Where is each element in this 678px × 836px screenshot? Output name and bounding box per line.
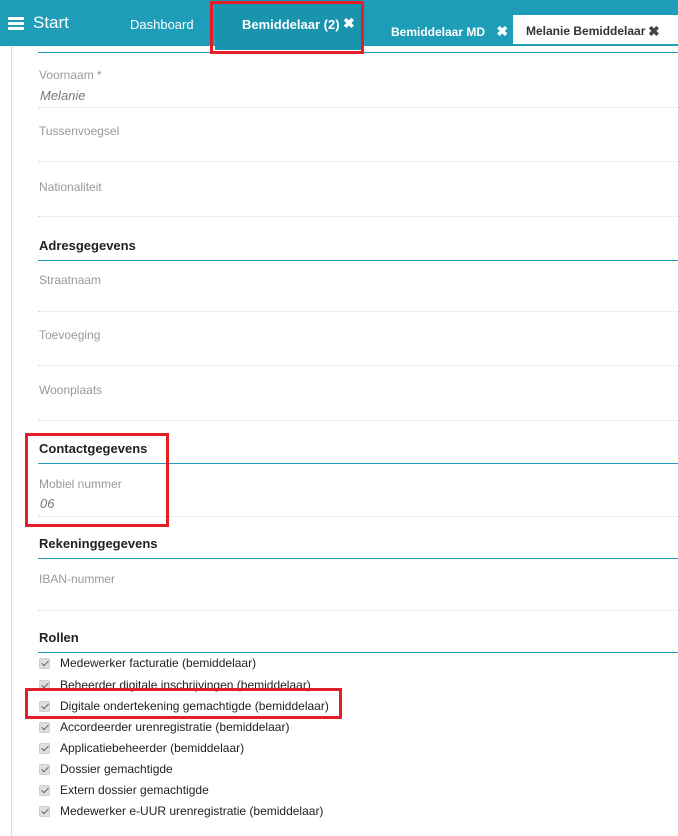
checkbox-checked-icon[interactable]: [39, 742, 50, 754]
iban-nummer-label: IBAN-nummer: [39, 572, 116, 586]
tab-dashboard[interactable]: Dashboard: [130, 17, 194, 32]
role-label: Medewerker facturatie (bemiddelaar): [60, 656, 257, 670]
role-label: Medewerker e-UUR urenregistratie (bemidd…: [60, 804, 324, 818]
tab-melanie-bemiddelaar-label: Melanie Bemiddelaar: [526, 24, 646, 38]
tab-bemiddelaar-2[interactable]: Bemiddelaar (2) ✖: [215, 0, 361, 50]
page-left-border: [11, 46, 12, 836]
toevoeging-label: Toevoeging: [39, 328, 101, 342]
field-divider: [38, 311, 678, 313]
field-divider: [38, 161, 678, 163]
field-divider: [38, 216, 678, 218]
role-checkbox-item[interactable]: Dossier gemachtigde: [39, 762, 173, 776]
rekeninggegevens-heading: Rekeninggegevens: [39, 536, 158, 551]
field-divider: [38, 610, 678, 612]
field-divider: [38, 365, 678, 367]
close-icon[interactable]: ✖: [648, 23, 660, 40]
hamburger-menu-icon: [8, 17, 24, 30]
voornaam-label: Voornaam *: [39, 68, 102, 82]
role-label: Dossier gemachtigde: [60, 762, 173, 776]
adresgegevens-heading: Adresgegevens: [39, 238, 136, 253]
checkbox-checked-icon[interactable]: [39, 721, 50, 733]
contactgegevens-heading: Contactgegevens: [39, 441, 148, 456]
straatnaam-label: Straatnaam: [39, 273, 102, 287]
woonplaats-label: Woonplaats: [39, 383, 103, 397]
mobiel-nummer-field[interactable]: 06: [40, 496, 54, 511]
section-divider: [38, 463, 678, 464]
active-tab-indicator: [513, 44, 678, 46]
voornaam-field[interactable]: Melanie: [40, 88, 86, 103]
role-checkbox-item[interactable]: Medewerker facturatie (bemiddelaar): [39, 656, 256, 670]
field-divider: [38, 516, 678, 518]
section-divider: [38, 652, 678, 653]
section-divider: [38, 260, 678, 261]
field-divider: [38, 420, 678, 422]
close-icon[interactable]: ✖: [343, 15, 355, 32]
start-menu-button[interactable]: Start: [8, 13, 69, 33]
rollen-heading: Rollen: [39, 630, 79, 645]
role-checkbox-item[interactable]: Beheerder digitale inschrijvingen (bemid…: [39, 678, 311, 692]
start-label: Start: [33, 13, 69, 32]
checkbox-checked-icon[interactable]: [39, 657, 50, 669]
section-divider: [38, 558, 678, 559]
role-label: Beheerder digitale inschrijvingen (bemid…: [60, 678, 311, 692]
role-checkbox-item[interactable]: Medewerker e-UUR urenregistratie (bemidd…: [39, 804, 323, 818]
checkbox-checked-icon[interactable]: [39, 805, 50, 817]
role-checkbox-item[interactable]: Digitale ondertekening gemachtigde (bemi…: [39, 699, 329, 713]
role-checkbox-item[interactable]: Extern dossier gemachtigde: [39, 783, 209, 797]
role-label: Applicatiebeheerder (bemiddelaar): [60, 741, 245, 755]
tussenvoegsel-label: Tussenvoegsel: [39, 124, 120, 138]
section-divider: [38, 52, 678, 53]
checkbox-checked-icon[interactable]: [39, 700, 50, 712]
role-checkbox-item[interactable]: Applicatiebeheerder (bemiddelaar): [39, 741, 244, 755]
field-divider: [38, 107, 678, 109]
tab-melanie-bemiddelaar[interactable]: Melanie Bemiddelaar ✖: [513, 15, 678, 46]
role-label: Extern dossier gemachtigde: [60, 783, 209, 797]
nationaliteit-label: Nationaliteit: [39, 180, 102, 194]
close-icon[interactable]: ✖: [496, 23, 508, 39]
tab-dashboard-label: Dashboard: [130, 17, 194, 32]
role-label: Accordeerder urenregistratie (bemiddelaa…: [60, 720, 290, 734]
role-label: Digitale ondertekening gemachtigde (bemi…: [60, 699, 329, 713]
tab-bemiddelaar-2-label: Bemiddelaar (2): [242, 17, 340, 32]
checkbox-checked-icon[interactable]: [39, 679, 50, 691]
mobiel-nummer-label: Mobiel nummer: [39, 477, 122, 491]
tab-bemiddelaar-md-label: Bemiddelaar MD: [391, 25, 486, 39]
role-checkbox-item[interactable]: Accordeerder urenregistratie (bemiddelaa…: [39, 720, 289, 734]
checkbox-checked-icon[interactable]: [39, 784, 50, 796]
tab-bemiddelaar-md[interactable]: Bemiddelaar MD ✖: [391, 23, 508, 40]
checkbox-checked-icon[interactable]: [39, 763, 50, 775]
